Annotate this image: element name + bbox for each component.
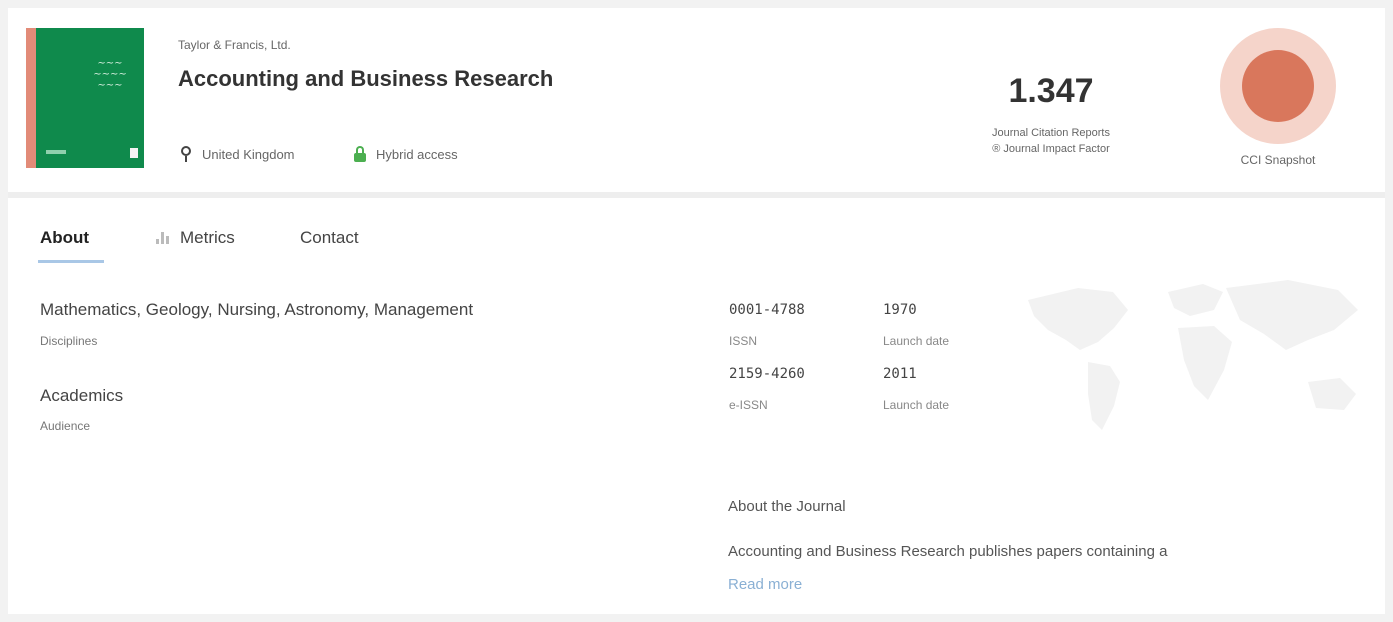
snapshot-dot bbox=[1242, 50, 1314, 122]
journal-card: ∼∼∼ ∼∼∼∼ ∼∼∼ Taylor & Francis, Ltd. Accoun… bbox=[8, 8, 1385, 614]
publisher-name: Taylor & Francis, Ltd. bbox=[178, 38, 291, 52]
cci-snapshot-button[interactable] bbox=[1220, 28, 1336, 144]
tab-about[interactable]: About bbox=[40, 228, 89, 248]
issn-value: 0001-4788 bbox=[729, 302, 805, 318]
eissn-launch-date: 2011 bbox=[883, 366, 917, 382]
about-journal-heading: About the Journal bbox=[728, 498, 846, 515]
access-info: Hybrid access bbox=[354, 144, 458, 164]
issn-launch-date: 1970 bbox=[883, 302, 917, 318]
disciplines-label: Disciplines bbox=[40, 334, 98, 348]
journal-header: ∼∼∼ ∼∼∼∼ ∼∼∼ Taylor & Francis, Ltd. Accoun… bbox=[8, 8, 1385, 198]
tab-contact[interactable]: Contact bbox=[300, 228, 359, 248]
audience-value: Academics bbox=[40, 386, 124, 405]
eissn-value: 2159-4260 bbox=[729, 366, 805, 382]
location-pin-icon bbox=[180, 146, 192, 162]
impact-factor-label: Journal Citation Reports ® Journal Impac… bbox=[946, 125, 1156, 157]
journal-cover-image[interactable]: ∼∼∼ ∼∼∼∼ ∼∼∼ bbox=[26, 28, 144, 168]
impact-factor-value[interactable]: 1.347 bbox=[946, 72, 1156, 111]
eissn-launch-date-label: Launch date bbox=[883, 398, 950, 412]
cover-footer-mark bbox=[46, 150, 66, 154]
unlock-icon bbox=[354, 146, 366, 162]
snapshot-label: CCI Snapshot bbox=[1240, 153, 1316, 167]
about-journal-excerpt: Accounting and Business Research publish… bbox=[728, 543, 1168, 560]
issn-label: ISSN bbox=[729, 334, 758, 348]
access-label: Hybrid access bbox=[376, 146, 458, 162]
country-label: United Kingdom bbox=[202, 146, 295, 162]
bar-chart-icon bbox=[156, 230, 172, 244]
issn-launch-date-label: Launch date bbox=[883, 334, 950, 348]
world-map-image bbox=[1028, 280, 1358, 430]
audience-label: Audience bbox=[40, 419, 91, 433]
eissn-label: e-ISSN bbox=[729, 398, 768, 412]
impact-factor-label-line2: ® Journal Impact Factor bbox=[992, 143, 1110, 155]
journal-title[interactable]: Accounting and Business Research bbox=[178, 66, 553, 92]
country-info: United Kingdom bbox=[180, 144, 295, 164]
cover-logo bbox=[130, 148, 138, 158]
tab-bar: About Metrics Contact bbox=[8, 198, 1385, 268]
tab-metrics[interactable]: Metrics bbox=[156, 228, 235, 248]
disciplines-value: Mathematics, Geology, Nursing, Astronomy… bbox=[40, 300, 474, 319]
impact-factor-label-line1: Journal Citation Reports bbox=[991, 127, 1110, 139]
tab-metrics-label: Metrics bbox=[180, 228, 235, 247]
active-tab-indicator bbox=[38, 260, 104, 263]
cover-title-mark: ∼∼∼ ∼∼∼∼ ∼∼∼ bbox=[93, 58, 127, 91]
cover-stripe bbox=[26, 28, 36, 168]
read-more-link[interactable]: Read more bbox=[728, 576, 802, 593]
